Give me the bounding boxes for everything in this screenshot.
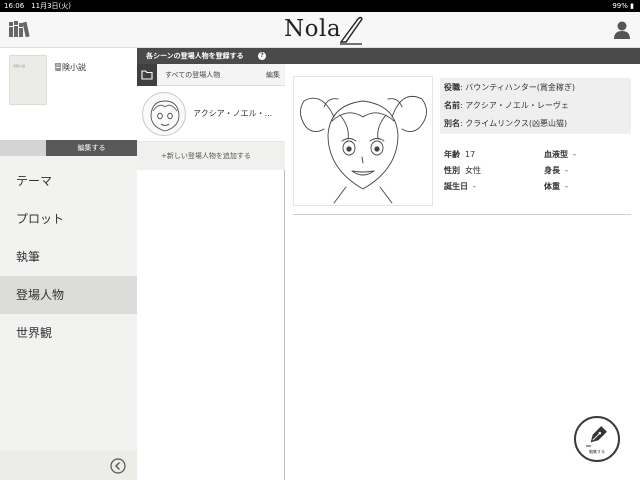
stat-weight: 体重 - (544, 180, 568, 194)
user-icon (614, 21, 630, 39)
attribute-key: 名前 (444, 101, 460, 110)
stat-key: 年齢 (444, 150, 460, 159)
filter-all-characters[interactable]: すべての登場人物 (165, 70, 220, 80)
attribute-value: クライムリンクス(凶悪山猫) (465, 119, 568, 128)
attribute-row: 別名: クライムリンクス(凶悪山猫) (444, 117, 567, 131)
app-logo: Nola (278, 15, 364, 45)
edit-list-button[interactable]: 編集 (266, 70, 280, 80)
character-sketch (300, 95, 427, 204)
scene-bar: 各シーンの登場人物を登録する ? (137, 48, 640, 64)
stat-value: - (565, 182, 568, 191)
stat-height: 身長 - (544, 164, 568, 178)
stat-key: 血液型 (544, 150, 568, 159)
scene-register-label[interactable]: 各シーンの登場人物を登録する (146, 48, 244, 64)
battery-icon: ▮ (630, 2, 634, 10)
library-button[interactable] (8, 19, 32, 39)
detail-divider (293, 214, 631, 215)
edit-book-button[interactable]: 編集する (46, 140, 137, 156)
logo-text: Nola (284, 16, 342, 42)
edit-fab-button[interactable]: 編集する (574, 416, 620, 462)
filter-bar: すべての登場人物 編集 (137, 64, 285, 86)
list-item[interactable]: アクシア・ノエル・... (137, 86, 285, 142)
sidebar-nav: テーマ プロット 執筆 登場人物 世界観 (0, 162, 137, 352)
battery-level: 99% (612, 2, 628, 10)
sidebar-footer (0, 450, 137, 480)
stat-birthday: 誕生日 - (444, 180, 476, 194)
book-title: 冒険小説 (54, 63, 86, 72)
character-name: アクシア・ノエル・... (193, 109, 273, 118)
folder-button[interactable] (137, 64, 157, 86)
status-time: 16:06 11月3日(火) (4, 2, 71, 10)
status-bar: 16:06 11月3日(火) ︎ 99% ▮ (0, 0, 640, 12)
stat-key: 身長 (544, 166, 560, 175)
app-header: Nola (0, 12, 640, 48)
book-card: 冒険小説 冒険小説 (0, 48, 137, 140)
pen-icon (339, 16, 363, 45)
stat-value: 女性 (465, 166, 481, 175)
account-button[interactable] (612, 20, 632, 40)
sidebar-item-characters[interactable]: 登場人物 (0, 276, 137, 314)
battery-status: ︎ 99% ▮ (610, 0, 634, 12)
sidebar-item-plot[interactable]: プロット (0, 200, 137, 238)
character-portrait[interactable] (293, 76, 433, 206)
help-icon[interactable]: ? (258, 52, 266, 60)
avatar (142, 92, 186, 136)
stat-blood-type: 血液型 - (544, 148, 576, 162)
book-card-strip (0, 140, 46, 156)
attribute-value: バウンティハンター(賞金稼ぎ) (465, 83, 576, 92)
stat-value: 17 (465, 150, 476, 159)
bookshelf-icon (9, 21, 30, 38)
stat-value: - (473, 182, 476, 191)
stat-value: - (573, 150, 576, 159)
book-cover[interactable]: 冒険小説 (9, 55, 47, 105)
attribute-box: 役職: バウンティハンター(賞金稼ぎ) 名前: アクシア・ノエル・レーヴェ 別名… (440, 78, 631, 134)
attribute-row: 名前: アクシア・ノエル・レーヴェ (444, 99, 569, 113)
character-portrait-thumbnail (150, 100, 180, 132)
sidebar: 冒険小説 冒険小説 編集する テーマ プロット 執筆 登場人物 世界観 (0, 48, 137, 480)
sidebar-item-world[interactable]: 世界観 (0, 314, 137, 352)
attribute-row: 役職: バウンティハンター(賞金稼ぎ) (444, 81, 575, 95)
folder-icon (141, 70, 153, 80)
stat-key: 誕生日 (444, 182, 468, 191)
stat-gender: 性別 女性 (444, 164, 481, 178)
character-list-panel: すべての登場人物 編集 アクシア・ノエル・... +新しい登場人物を追加する (137, 64, 285, 480)
collapse-sidebar-button[interactable] (110, 458, 126, 474)
add-character-button[interactable]: +新しい登場人物を追加する (137, 142, 285, 170)
stat-key: 体重 (544, 182, 560, 191)
fab-label: 編集する (589, 449, 605, 454)
attribute-key: 役職 (444, 83, 460, 92)
sidebar-item-theme[interactable]: テーマ (0, 162, 137, 200)
sidebar-item-writing[interactable]: 執筆 (0, 238, 137, 276)
stat-value: - (565, 166, 568, 175)
chevron-left-icon (110, 458, 126, 474)
attribute-key: 別名 (444, 119, 460, 128)
stat-age: 年齢 17 (444, 148, 475, 162)
book-cover-text: 冒険小説 (13, 64, 26, 68)
attribute-value: アクシア・ノエル・レーヴェ (465, 101, 569, 110)
stat-key: 性別 (444, 166, 460, 175)
